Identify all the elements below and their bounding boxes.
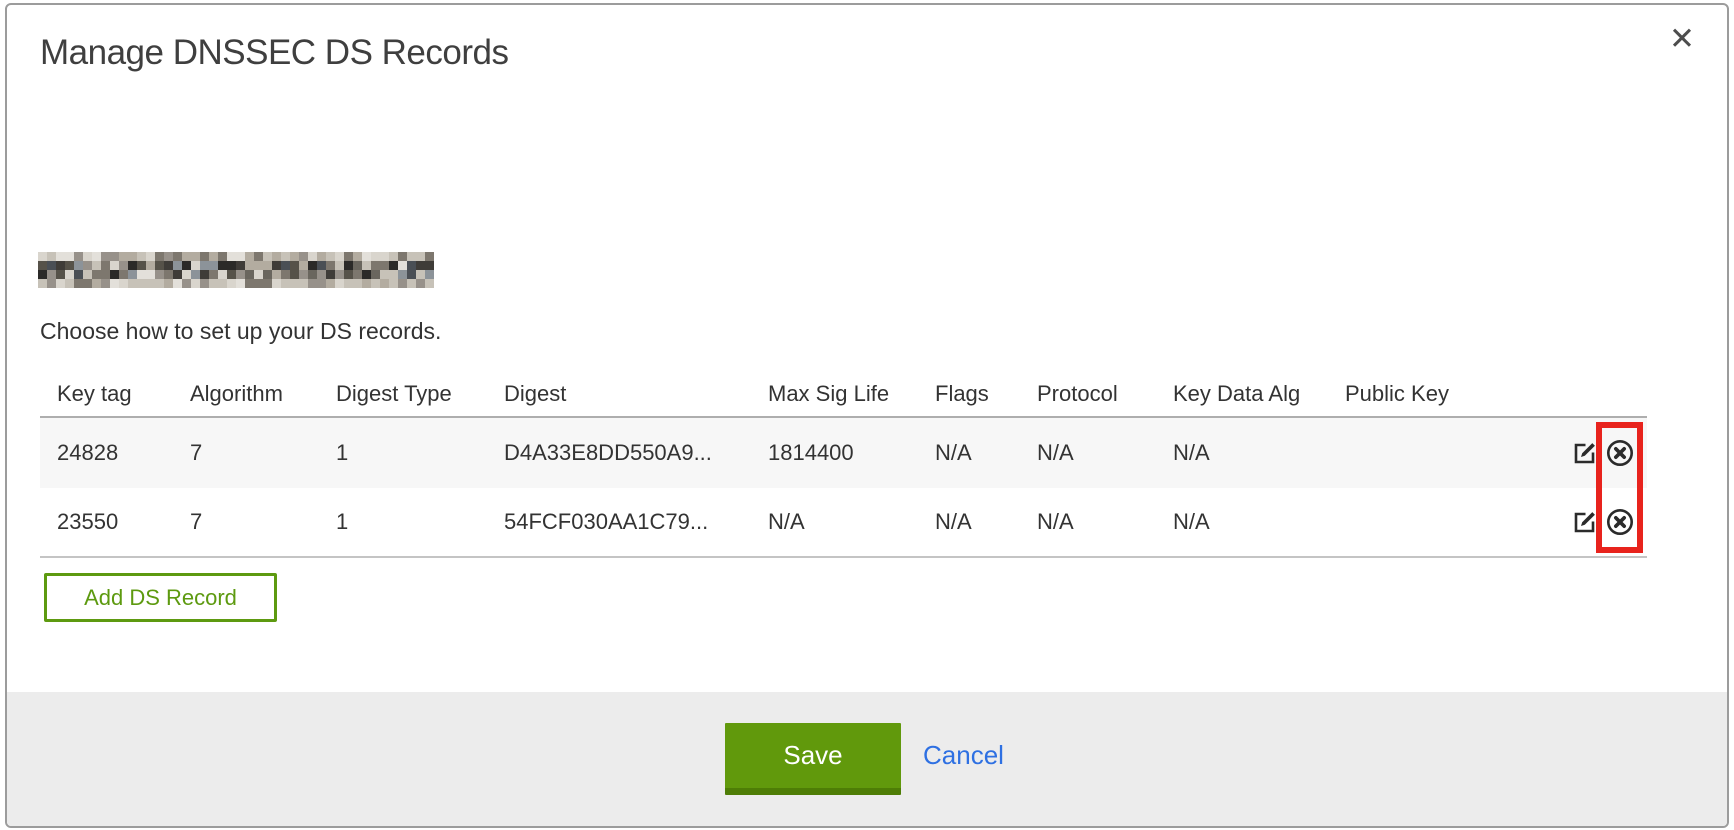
cell-key-tag: 24828 — [57, 440, 190, 466]
col-header-public-key: Public Key — [1345, 381, 1500, 407]
ds-records-table: Key tag Algorithm Digest Type Digest Max… — [40, 372, 1647, 558]
cell-digest: D4A33E8DD550A9... — [504, 440, 768, 466]
close-icon[interactable]: ✕ — [1669, 23, 1695, 54]
cell-digest-type: 1 — [336, 509, 504, 535]
cell-protocol: N/A — [1037, 440, 1173, 466]
edit-icon[interactable] — [1573, 510, 1597, 534]
circled-x-icon[interactable] — [1605, 507, 1635, 537]
cell-flags: N/A — [935, 440, 1037, 466]
table-header-row: Key tag Algorithm Digest Type Digest Max… — [40, 372, 1647, 418]
manage-dnssec-dialog: Manage DNSSEC DS Records ✕ Choose how to… — [5, 3, 1729, 828]
cell-key-data-alg: N/A — [1173, 440, 1345, 466]
cell-key-data-alg: N/A — [1173, 509, 1345, 535]
col-header-digest-type: Digest Type — [336, 381, 504, 407]
table-row: 23550 7 1 54FCF030AA1C79... N/A N/A N/A … — [40, 488, 1647, 558]
circled-x-icon[interactable] — [1605, 438, 1635, 468]
add-ds-record-button[interactable]: Add DS Record — [44, 573, 277, 622]
col-header-flags: Flags — [935, 381, 1037, 407]
dialog-footer: Save Cancel — [7, 692, 1727, 826]
cell-max-sig-life: N/A — [768, 509, 935, 535]
col-header-max-sig-life: Max Sig Life — [768, 381, 935, 407]
dialog-title: Manage DNSSEC DS Records — [40, 33, 508, 73]
col-header-protocol: Protocol — [1037, 381, 1173, 407]
cell-algorithm: 7 — [190, 509, 336, 535]
cell-algorithm: 7 — [190, 440, 336, 466]
cell-max-sig-life: 1814400 — [768, 440, 935, 466]
instruction-text: Choose how to set up your DS records. — [40, 318, 441, 345]
col-header-algorithm: Algorithm — [190, 381, 336, 407]
cell-protocol: N/A — [1037, 509, 1173, 535]
cell-key-tag: 23550 — [57, 509, 190, 535]
cell-flags: N/A — [935, 509, 1037, 535]
edit-icon[interactable] — [1573, 441, 1597, 465]
col-header-digest: Digest — [504, 381, 768, 407]
cell-digest: 54FCF030AA1C79... — [504, 509, 768, 535]
col-header-key-tag: Key tag — [57, 381, 190, 407]
domain-name-redacted — [38, 252, 434, 288]
table-row: 24828 7 1 D4A33E8DD550A9... 1814400 N/A … — [40, 418, 1647, 488]
cell-digest-type: 1 — [336, 440, 504, 466]
col-header-key-data-alg: Key Data Alg — [1173, 381, 1345, 407]
save-button[interactable]: Save — [725, 723, 901, 795]
cancel-link[interactable]: Cancel — [923, 723, 1004, 788]
